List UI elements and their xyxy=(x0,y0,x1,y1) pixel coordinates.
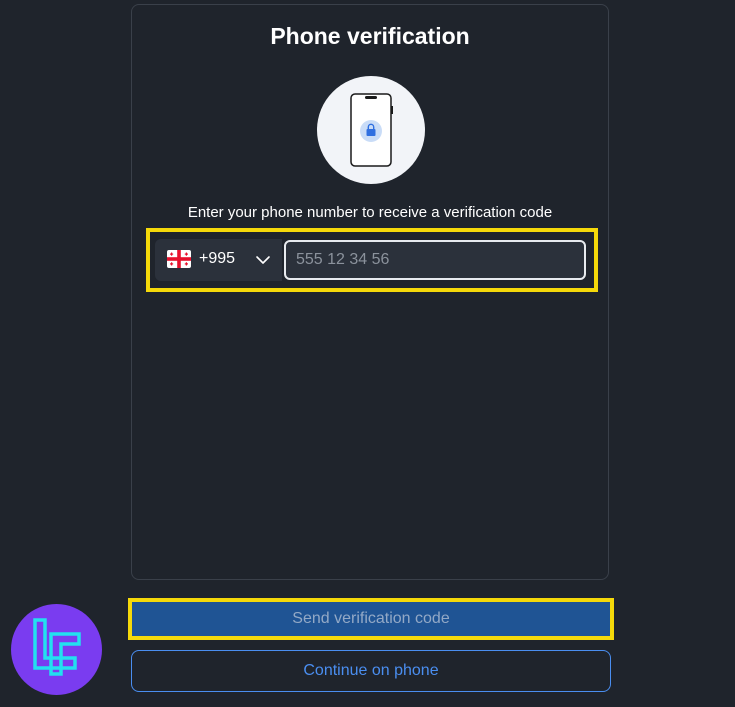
georgia-flag-icon xyxy=(167,250,191,268)
chevron-down-icon xyxy=(255,252,271,268)
send-verification-code-button[interactable]: Send verification code xyxy=(132,602,610,636)
country-code-label: +995 xyxy=(199,250,236,267)
smartphone-lock-icon xyxy=(317,76,425,184)
instruction-text: Enter your phone number to receive a ver… xyxy=(187,204,553,221)
brand-logo xyxy=(11,604,102,695)
page-title: Phone verification xyxy=(270,23,470,49)
phone-number-input[interactable] xyxy=(284,240,586,280)
country-code-select[interactable]: +995 xyxy=(155,239,282,281)
continue-on-phone-button[interactable]: Continue on phone xyxy=(131,650,611,692)
verification-card: Phone verification Enter your phone numb… xyxy=(131,4,609,580)
